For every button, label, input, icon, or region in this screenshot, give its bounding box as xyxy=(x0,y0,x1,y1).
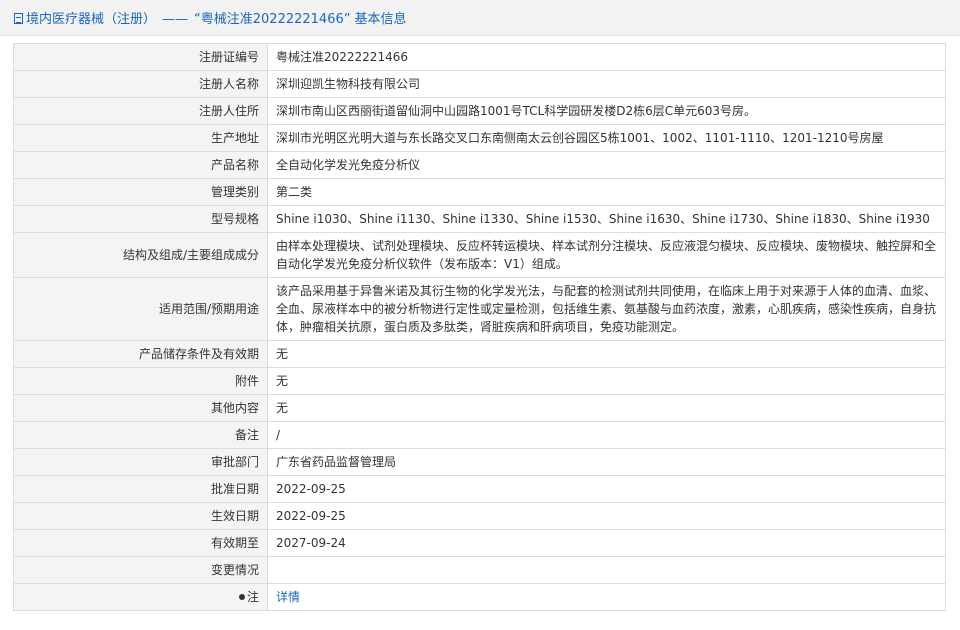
label-intended-use: 适用范围/预期用途 xyxy=(13,277,268,341)
label-registrant-name: 注册人名称 xyxy=(13,70,268,98)
value-registrant-name: 深圳迎凯生物科技有限公司 xyxy=(267,70,946,98)
value-remark: / xyxy=(267,421,946,449)
row-model-spec: 型号规格 Shine i1030、Shine i1130、Shine i1330… xyxy=(13,205,946,233)
header-suffix: 基本信息 xyxy=(354,12,407,27)
row-valid-until: 有效期至 2027-09-24 xyxy=(13,529,946,557)
row-intended-use: 适用范围/预期用途 该产品采用基于异鲁米诺及其衍生物的化学发光法，与配套的检测试… xyxy=(13,277,946,341)
detail-page: 境内医疗器械（注册） —— “粤械注准20222221466” 基本信息 注册证编号 … xyxy=(0,0,960,630)
row-management-class: 管理类别 第二类 xyxy=(13,178,946,206)
label-structure-composition: 结构及组成/主要组成成分 xyxy=(13,232,268,278)
value-registrant-address: 深圳市南山区西丽街道留仙洞中山园路1001号TCL科学园研发楼D2栋6层C单元6… xyxy=(267,97,946,125)
value-other-content: 无 xyxy=(267,394,946,422)
row-product-name: 产品名称 全自动化学发光免疫分析仪 xyxy=(13,151,946,179)
value-structure-composition: 由样本处理模块、试剂处理模块、反应杯转运模块、样本试剂分注模块、反应液混匀模块、… xyxy=(267,232,946,278)
document-icon xyxy=(14,13,23,24)
label-production-address: 生产地址 xyxy=(13,124,268,152)
label-management-class: 管理类别 xyxy=(13,178,268,206)
info-table-wrap: 注册证编号 粤械注准20222221466 注册人名称 深圳迎凯生物科技有限公司… xyxy=(13,43,946,611)
row-production-address: 生产地址 深圳市光明区光明大道与东长路交叉口东南侧南太云创谷园区5栋1001、1… xyxy=(13,124,946,152)
page-header: 境内医疗器械（注册） —— “粤械注准20222221466” 基本信息 xyxy=(0,0,960,36)
row-registration-no: 注册证编号 粤械注准20222221466 xyxy=(13,43,946,71)
label-approval-date: 批准日期 xyxy=(13,475,268,503)
header-separator: —— xyxy=(162,12,189,27)
info-table: 注册证编号 粤械注准20222221466 注册人名称 深圳迎凯生物科技有限公司… xyxy=(13,43,946,611)
label-storage-validity: 产品储存条件及有效期 xyxy=(13,340,268,368)
value-valid-until: 2027-09-24 xyxy=(267,529,946,557)
value-effective-date: 2022-09-25 xyxy=(267,502,946,530)
label-note: 注 xyxy=(13,583,268,611)
label-valid-until: 有效期至 xyxy=(13,529,268,557)
label-approval-department: 审批部门 xyxy=(13,448,268,476)
label-other-content: 其他内容 xyxy=(13,394,268,422)
row-storage-validity: 产品储存条件及有效期 无 xyxy=(13,340,946,368)
value-note: 详情 xyxy=(267,583,946,611)
row-registrant-name: 注册人名称 深圳迎凯生物科技有限公司 xyxy=(13,70,946,98)
value-intended-use: 该产品采用基于异鲁米诺及其衍生物的化学发光法，与配套的检测试剂共同使用，在临床上… xyxy=(267,277,946,341)
label-change-info: 变更情况 xyxy=(13,556,268,584)
label-registration-no: 注册证编号 xyxy=(13,43,268,71)
row-attachment: 附件 无 xyxy=(13,367,946,395)
row-note: 注 详情 xyxy=(13,583,946,611)
value-registration-no: 粤械注准20222221466 xyxy=(267,43,946,71)
value-management-class: 第二类 xyxy=(267,178,946,206)
row-remark: 备注 / xyxy=(13,421,946,449)
row-other-content: 其他内容 无 xyxy=(13,394,946,422)
value-product-name: 全自动化学发光免疫分析仪 xyxy=(267,151,946,179)
value-attachment: 无 xyxy=(267,367,946,395)
header-reg-no: “粤械注准20222221466” xyxy=(194,12,351,27)
row-structure-composition: 结构及组成/主要组成成分 由样本处理模块、试剂处理模块、反应杯转运模块、样本试剂… xyxy=(13,232,946,278)
label-note-text: 注 xyxy=(246,590,259,604)
row-change-info: 变更情况 xyxy=(13,556,946,584)
row-effective-date: 生效日期 2022-09-25 xyxy=(13,502,946,530)
value-model-spec: Shine i1030、Shine i1130、Shine i1330、Shin… xyxy=(267,205,946,233)
value-change-info xyxy=(267,556,946,584)
value-approval-department: 广东省药品监督管理局 xyxy=(267,448,946,476)
label-product-name: 产品名称 xyxy=(13,151,268,179)
details-link[interactable]: 详情 xyxy=(276,590,300,604)
row-registrant-address: 注册人住所 深圳市南山区西丽街道留仙洞中山园路1001号TCL科学园研发楼D2栋… xyxy=(13,97,946,125)
header-category: 境内医疗器械（注册） xyxy=(26,12,157,27)
value-storage-validity: 无 xyxy=(267,340,946,368)
value-production-address: 深圳市光明区光明大道与东长路交叉口东南侧南太云创谷园区5栋1001、1002、1… xyxy=(267,124,946,152)
label-model-spec: 型号规格 xyxy=(13,205,268,233)
label-remark: 备注 xyxy=(13,421,268,449)
pin-icon xyxy=(238,594,245,600)
row-approval-date: 批准日期 2022-09-25 xyxy=(13,475,946,503)
value-approval-date: 2022-09-25 xyxy=(267,475,946,503)
label-attachment: 附件 xyxy=(13,367,268,395)
label-effective-date: 生效日期 xyxy=(13,502,268,530)
label-registrant-address: 注册人住所 xyxy=(13,97,268,125)
row-approval-department: 审批部门 广东省药品监督管理局 xyxy=(13,448,946,476)
